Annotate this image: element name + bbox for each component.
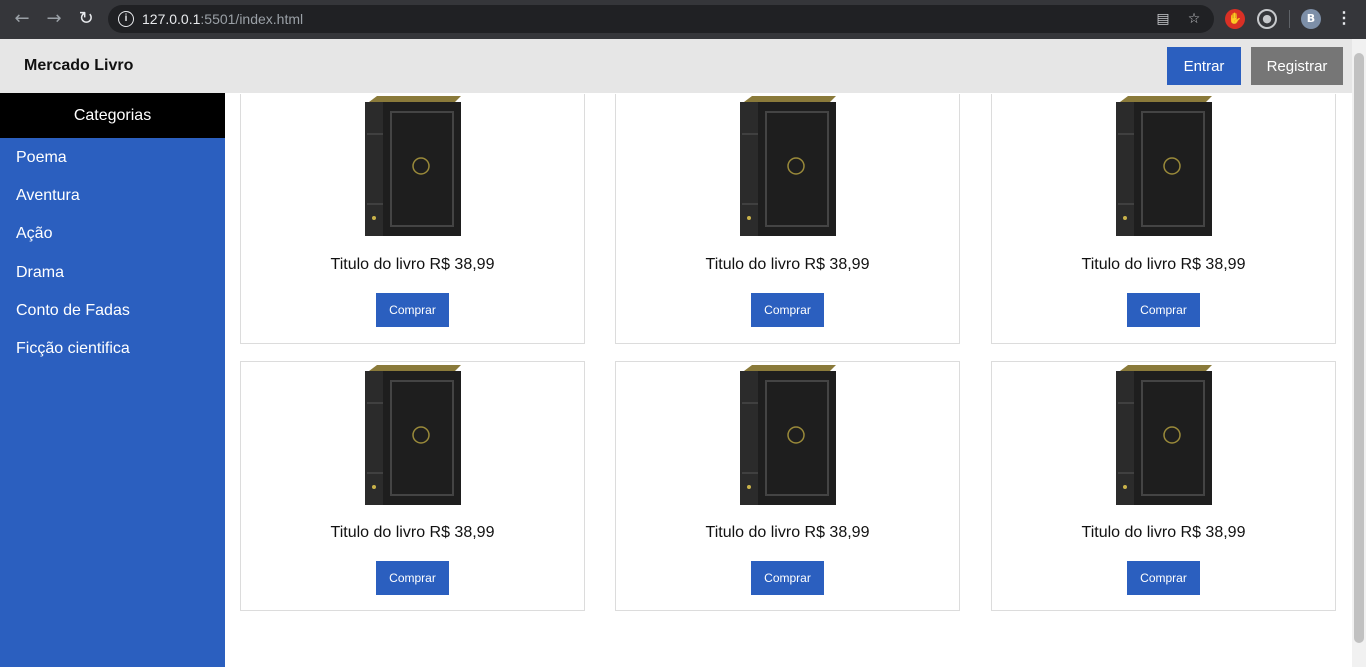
product-title: Titulo do livro R$ 38,99: [705, 256, 870, 273]
reload-icon[interactable]: ↻: [74, 8, 98, 30]
profile-avatar[interactable]: B: [1301, 9, 1321, 29]
star-icon[interactable]: ☆: [1185, 10, 1203, 28]
kebab-menu-icon[interactable]: ⋮: [1336, 8, 1352, 30]
product-title: Titulo do livro R$ 38,99: [1081, 524, 1246, 541]
category-item-ficcao-cientifica[interactable]: Ficção cientifica: [0, 337, 225, 375]
product-title: Titulo do livro R$ 38,99: [330, 524, 495, 541]
url-host: 127.0.0.1: [142, 11, 201, 27]
buy-button[interactable]: Comprar: [1127, 293, 1200, 327]
book-cover-image: [740, 365, 836, 505]
url-path: :5501/index.html: [200, 11, 304, 27]
forward-icon[interactable]: →: [42, 8, 66, 30]
buy-button[interactable]: Comprar: [1127, 561, 1200, 595]
page: Mercado Livro Entrar Registrar Categoria…: [0, 39, 1366, 667]
category-item-aventura[interactable]: Aventura: [0, 184, 225, 222]
book-cover-image: [365, 365, 461, 505]
toolbar-divider: [1289, 10, 1290, 28]
category-list: Poema Aventura Ação Drama Conto de Fadas…: [0, 138, 225, 375]
product-card: Titulo do livro R$ 38,99 Comprar: [240, 361, 585, 611]
top-navbar: Mercado Livro Entrar Registrar: [0, 39, 1352, 93]
book-cover-image: [1116, 96, 1212, 236]
translate-icon[interactable]: ▤: [1154, 10, 1172, 28]
buy-button[interactable]: Comprar: [751, 561, 824, 595]
product-card: Titulo do livro R$ 38,99 Comprar: [240, 94, 585, 344]
category-item-conto-de-fadas[interactable]: Conto de Fadas: [0, 299, 225, 337]
url-text[interactable]: 127.0.0.1:5501/index.html: [142, 11, 303, 27]
product-card: Titulo do livro R$ 38,99 Comprar: [991, 94, 1336, 344]
brand-title: Mercado Livro: [24, 57, 134, 74]
category-item-drama[interactable]: Drama: [0, 261, 225, 299]
book-cover-image: [1116, 365, 1212, 505]
category-sidebar: Categorias Poema Aventura Ação Drama Con…: [0, 93, 225, 667]
product-card: Titulo do livro R$ 38,99 Comprar: [615, 94, 960, 344]
back-icon[interactable]: ←: [10, 8, 34, 30]
extension-stop-icon[interactable]: ✋: [1225, 9, 1245, 29]
product-title: Titulo do livro R$ 38,99: [705, 524, 870, 541]
vertical-scrollbar[interactable]: [1352, 39, 1366, 667]
scrollbar-thumb[interactable]: [1354, 53, 1364, 643]
login-button[interactable]: Entrar: [1167, 47, 1241, 85]
product-title: Titulo do livro R$ 38,99: [330, 256, 495, 273]
product-title: Titulo do livro R$ 38,99: [1081, 256, 1246, 273]
buy-button[interactable]: Comprar: [751, 293, 824, 327]
book-cover-image: [740, 96, 836, 236]
product-card: Titulo do livro R$ 38,99 Comprar: [615, 361, 960, 611]
buy-button[interactable]: Comprar: [376, 293, 449, 327]
site-info-icon[interactable]: i: [118, 11, 134, 27]
buy-button[interactable]: Comprar: [376, 561, 449, 595]
category-item-poema[interactable]: Poema: [0, 146, 225, 184]
product-card: Titulo do livro R$ 38,99 Comprar: [991, 361, 1336, 611]
category-item-acao[interactable]: Ação: [0, 222, 225, 260]
address-bar[interactable]: i 127.0.0.1:5501/index.html ▤ ☆: [108, 5, 1214, 33]
register-button[interactable]: Registrar: [1251, 47, 1343, 85]
browser-toolbar: ← → ↻ i 127.0.0.1:5501/index.html ▤ ☆ ✋ …: [0, 0, 1366, 39]
book-cover-image: [365, 96, 461, 236]
sidebar-title: Categorias: [0, 93, 225, 138]
extension-target-icon[interactable]: ●: [1257, 9, 1277, 29]
